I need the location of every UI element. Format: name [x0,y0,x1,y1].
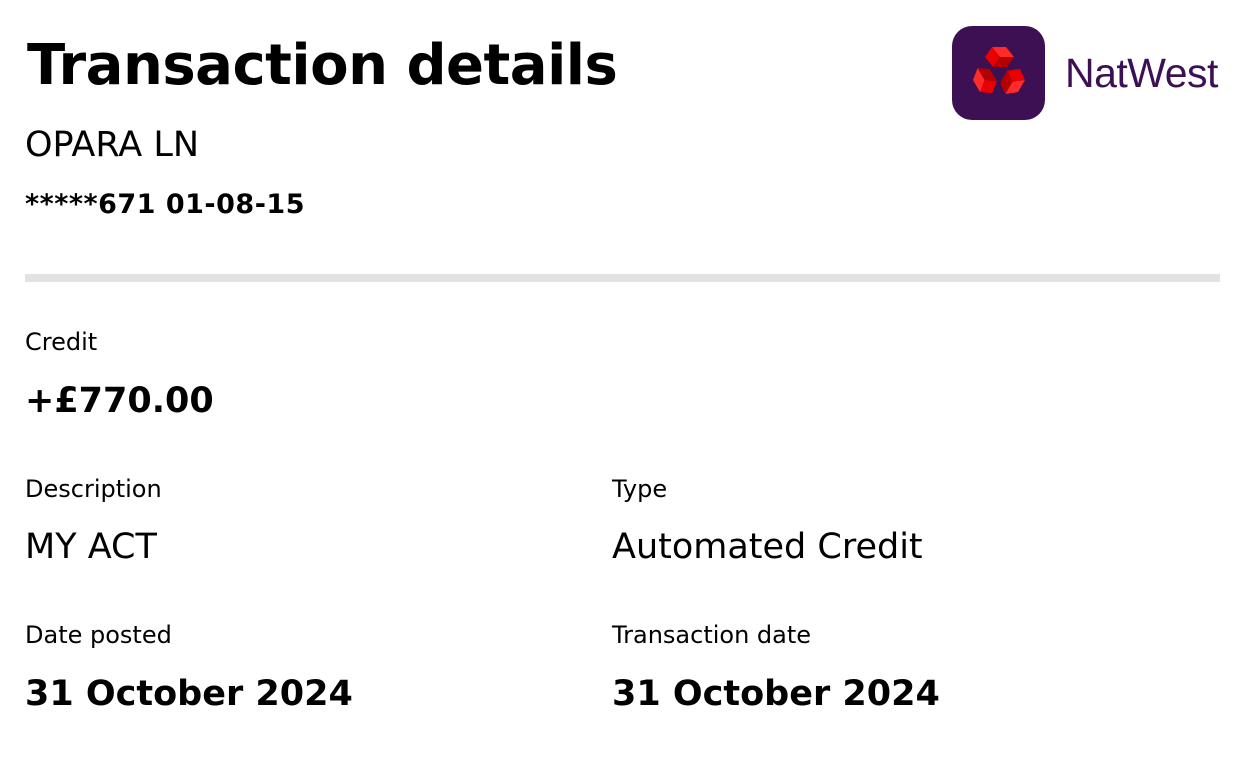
page-title: Transaction details [27,33,618,98]
type-label: Type [612,475,668,503]
description-label: Description [25,475,162,503]
date-posted-label: Date posted [25,621,172,649]
transaction-date-value: 31 October 2024 [612,674,940,714]
credit-amount: +£770.00 [25,381,214,421]
date-posted-value: 31 October 2024 [25,674,353,714]
account-name: OPARA LN [25,125,200,165]
natwest-cubes-icon [952,26,1045,120]
credit-label: Credit [25,328,98,356]
type-value: Automated Credit [612,527,923,567]
natwest-logo: NatWest [952,26,1218,120]
transaction-date-label: Transaction date [612,621,812,649]
description-value: MY ACT [25,527,157,567]
account-number: *****671 01-08-15 [25,189,305,220]
section-divider [25,274,1220,282]
natwest-wordmark: NatWest [1065,49,1218,96]
